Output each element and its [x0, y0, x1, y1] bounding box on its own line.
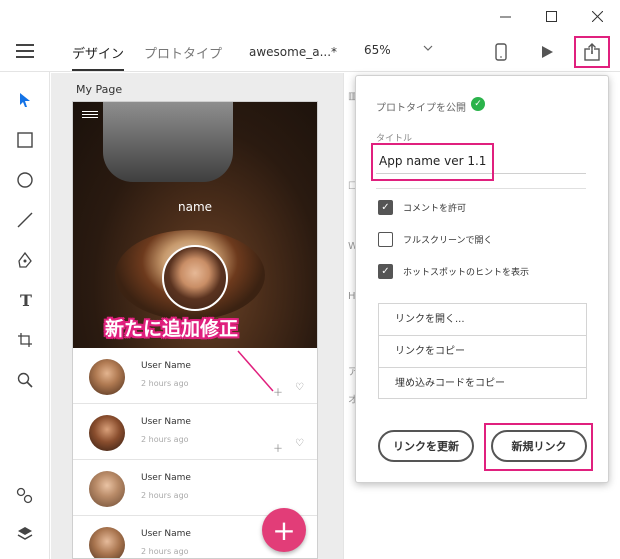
hero-menu-icon: [82, 111, 98, 120]
zoom-tool-icon[interactable]: [13, 368, 37, 392]
user-name: User Name: [141, 529, 191, 539]
close-icon: [591, 10, 603, 22]
svg-text:T: T: [20, 292, 32, 308]
user-name: User Name: [141, 361, 191, 371]
timestamp: 2 hours ago: [141, 547, 189, 556]
user-name: User Name: [141, 473, 191, 483]
device-preview-icon[interactable]: [488, 40, 514, 64]
minimize-button[interactable]: [482, 0, 528, 32]
play-icon[interactable]: [534, 40, 560, 64]
tab-prototype[interactable]: プロトタイプ: [144, 43, 222, 62]
option-label: コメントを許可: [403, 203, 467, 214]
hamburger-menu-icon[interactable]: [16, 44, 34, 58]
checkbox-checked-icon[interactable]: ✓: [378, 263, 393, 279]
timestamp: 2 hours ago: [141, 435, 189, 444]
artboard-label[interactable]: My Page: [76, 83, 122, 96]
hotspot-hints-option[interactable]: ✓ ホットスポットのヒントを表示: [378, 262, 529, 280]
share-popup: プロトタイプを公開 ✓ タイトル ✓ コメントを許可 フルスクリーンで開く ✓ …: [355, 75, 609, 483]
chevron-down-icon[interactable]: [423, 43, 433, 56]
share-button[interactable]: [574, 36, 610, 68]
option-label: ホットスポットのヒントを表示: [403, 267, 530, 278]
zoom-level[interactable]: 65%: [364, 43, 391, 57]
hero-name: name: [177, 200, 213, 214]
minimize-icon: [499, 16, 511, 17]
select-tool-icon[interactable]: [13, 88, 37, 112]
title-input[interactable]: [376, 148, 586, 174]
line-tool-icon[interactable]: [13, 208, 37, 232]
check-circle-icon: ✓: [471, 97, 485, 111]
option-label: フルスクリーンで開く: [403, 235, 493, 246]
espresso-machine: [103, 102, 233, 182]
avatar: [89, 471, 125, 507]
floating-add-button[interactable]: +: [262, 508, 306, 552]
plus-icon: ＋: [273, 444, 283, 455]
timestamp: 2 hours ago: [141, 379, 189, 388]
timestamp: 2 hours ago: [141, 491, 189, 500]
pen-tool-icon[interactable]: [13, 248, 37, 272]
allow-comments-option[interactable]: ✓ コメントを許可: [378, 198, 466, 216]
update-link-button[interactable]: リンクを更新: [378, 430, 474, 462]
profile-avatar: [162, 245, 228, 311]
user-name: User Name: [141, 417, 191, 427]
new-link-button[interactable]: 新規リンク: [491, 430, 587, 462]
design-canvas[interactable]: My Page name User Name 2 hours ago ＋ ♡ U…: [51, 73, 343, 559]
open-link-item[interactable]: リンクを開く...: [379, 304, 586, 336]
text-tool-icon[interactable]: T: [13, 288, 37, 312]
heart-icon: ♡: [295, 438, 304, 449]
list-item: User Name 2 hours ago ＋ ♡: [73, 348, 317, 404]
fullscreen-option[interactable]: フルスクリーンで開く: [378, 230, 493, 248]
maximize-icon: [545, 10, 557, 22]
copy-link-item[interactable]: リンクをコピー: [379, 336, 586, 368]
list-item: User Name 2 hours ago ＋ ♡: [73, 404, 317, 460]
checkbox-checked-icon[interactable]: ✓: [378, 199, 393, 215]
ellipse-tool-icon[interactable]: [13, 168, 37, 192]
maximize-button[interactable]: [528, 0, 574, 32]
close-button[interactable]: [574, 0, 620, 32]
plus-icon: ＋: [273, 388, 283, 399]
heart-icon: ♡: [295, 382, 304, 393]
avatar: [89, 527, 125, 558]
symbols-icon[interactable]: [13, 484, 37, 508]
hero-image: name: [73, 102, 317, 348]
app-toolbar: デザイン プロトタイプ awesome_a...* 65%: [0, 32, 620, 72]
checkbox-unchecked-icon[interactable]: [378, 231, 393, 247]
artboard-tool-icon[interactable]: [13, 328, 37, 352]
document-name: awesome_a...*: [249, 45, 338, 59]
share-icon: [584, 43, 600, 61]
layers-icon[interactable]: [13, 522, 37, 546]
copy-embed-code-item[interactable]: 埋め込みコードをコピー: [379, 368, 586, 400]
tool-bar: T: [0, 72, 50, 559]
tab-design[interactable]: デザイン: [72, 43, 125, 71]
rectangle-tool-icon[interactable]: [13, 128, 37, 152]
link-actions: リンクを開く... リンクをコピー 埋め込みコードをコピー: [378, 303, 587, 399]
divider: [376, 188, 586, 189]
annotation-label: 新たに追加修正: [105, 318, 239, 340]
title-label: タイトル: [376, 134, 413, 144]
avatar: [89, 415, 125, 451]
title-bar: [0, 0, 620, 32]
publish-label: プロトタイプを公開: [376, 103, 466, 114]
avatar: [89, 359, 125, 395]
